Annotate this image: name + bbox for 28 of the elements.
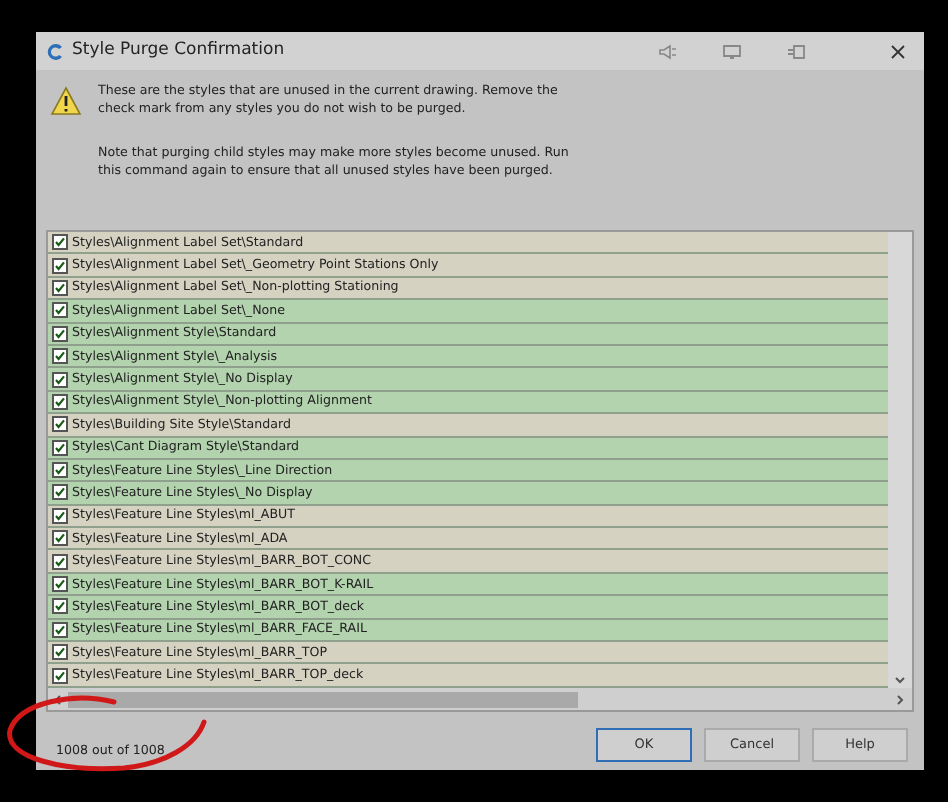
checkbox[interactable] <box>52 302 68 319</box>
checkbox[interactable] <box>52 393 68 410</box>
checkbox[interactable] <box>52 279 68 296</box>
warning-icon <box>50 86 82 116</box>
checkbox[interactable] <box>52 553 68 570</box>
window-title: Style Purge Confirmation <box>72 38 285 64</box>
checkbox[interactable] <box>52 667 68 684</box>
app-logo-icon <box>46 41 64 61</box>
checkbox[interactable] <box>52 598 68 615</box>
scroll-left-icon[interactable] <box>54 693 62 705</box>
checkbox[interactable] <box>52 257 68 274</box>
scroll-right-icon[interactable] <box>896 693 904 705</box>
checkbox[interactable] <box>52 530 68 547</box>
checkbox[interactable] <box>52 576 68 593</box>
checkbox[interactable] <box>52 507 68 524</box>
checkbox[interactable] <box>52 234 68 251</box>
checkbox[interactable] <box>52 621 68 638</box>
checkbox[interactable] <box>52 439 68 456</box>
checkbox[interactable] <box>52 462 68 479</box>
checkbox[interactable] <box>52 416 68 433</box>
scroll-down-icon[interactable] <box>894 676 906 684</box>
scrollbar-thumb[interactable] <box>68 691 578 707</box>
checkbox[interactable] <box>52 371 68 388</box>
checkbox[interactable] <box>52 644 68 661</box>
checkbox[interactable] <box>52 484 68 501</box>
close-icon[interactable] <box>890 43 906 59</box>
checkbox[interactable] <box>52 325 68 342</box>
checkbox[interactable] <box>52 348 68 365</box>
